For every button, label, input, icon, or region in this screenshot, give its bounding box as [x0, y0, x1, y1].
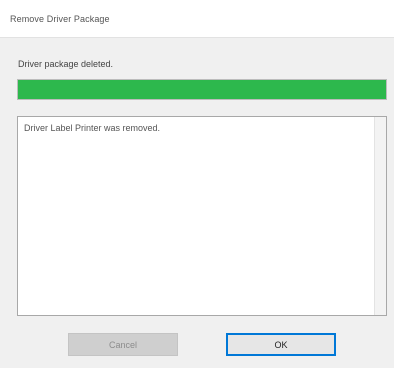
progress-bar-fill: [18, 80, 386, 99]
log-output-box[interactable]: Driver Label Printer was removed.: [17, 116, 387, 316]
cancel-button[interactable]: Cancel: [68, 333, 178, 356]
ok-button[interactable]: OK: [226, 333, 336, 356]
remove-driver-dialog: Remove Driver Package Driver package del…: [0, 0, 394, 368]
status-text: Driver package deleted.: [18, 59, 114, 69]
log-line: Driver Label Printer was removed.: [24, 123, 161, 133]
dialog-title: Remove Driver Package: [10, 14, 110, 24]
vertical-scrollbar[interactable]: [374, 117, 386, 315]
progress-bar: [17, 79, 387, 100]
title-bar[interactable]: Remove Driver Package: [0, 0, 394, 38]
